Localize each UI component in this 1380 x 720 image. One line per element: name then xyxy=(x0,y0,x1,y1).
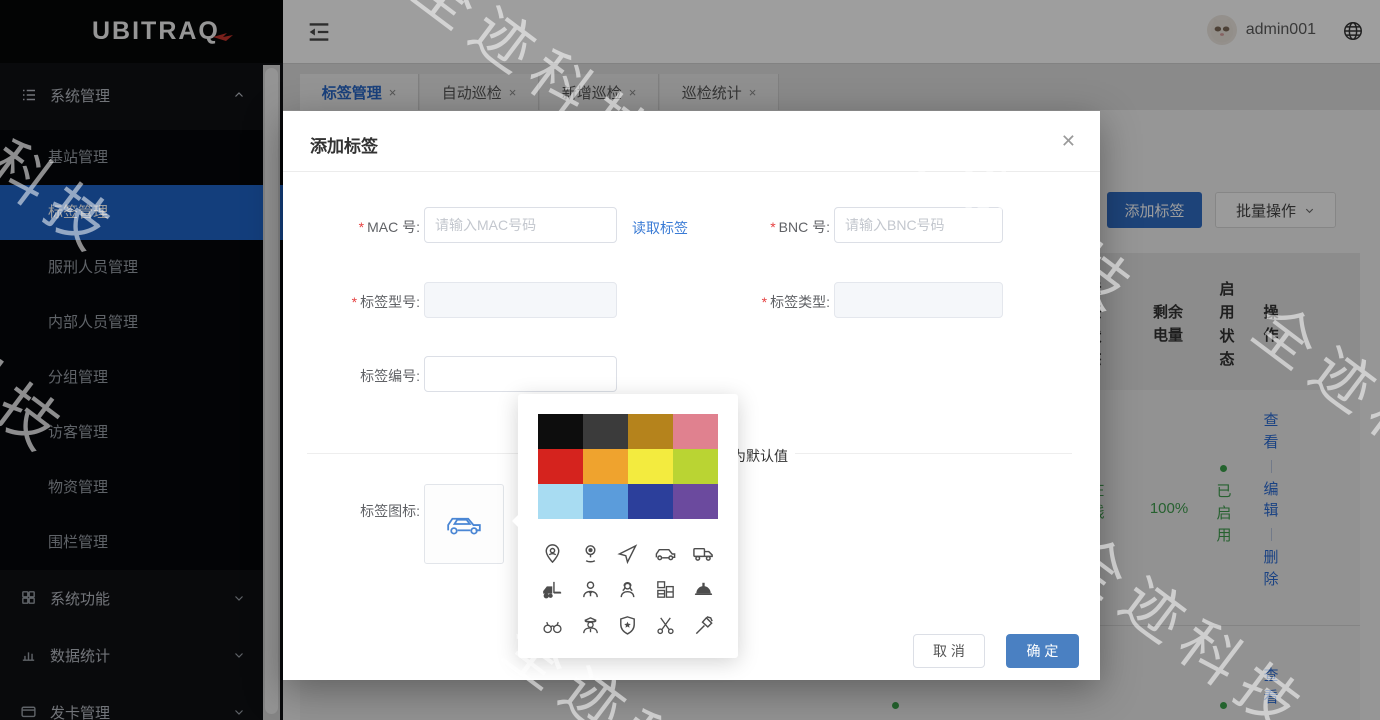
location-pin-icon[interactable] xyxy=(579,542,602,565)
color-swatch[interactable] xyxy=(538,414,583,449)
color-swatch[interactable] xyxy=(673,449,718,484)
shelf-icon[interactable] xyxy=(654,578,677,601)
mac-label: *MAC 号: xyxy=(310,217,420,237)
cancel-button[interactable]: 取 消 xyxy=(913,634,985,668)
tag-model-label: *标签型号: xyxy=(310,292,420,312)
color-swatch[interactable] xyxy=(628,414,673,449)
selected-tag-icon-box[interactable] xyxy=(424,484,504,564)
read-tag-link[interactable]: 读取标签 xyxy=(632,218,688,238)
color-swatch[interactable] xyxy=(583,449,628,484)
confirm-button[interactable]: 确 定 xyxy=(1006,634,1079,668)
color-swatch[interactable] xyxy=(628,449,673,484)
popup-arrow xyxy=(512,514,519,528)
icon-option-grid xyxy=(534,542,722,637)
shield-badge-icon[interactable] xyxy=(616,614,639,637)
tag-type-label: *标签类型: xyxy=(720,292,830,312)
forklift-icon[interactable] xyxy=(541,578,564,601)
person-pin-icon[interactable] xyxy=(541,542,564,565)
color-swatch[interactable] xyxy=(673,414,718,449)
section-note: 为默认值 xyxy=(732,446,788,466)
tag-code-input[interactable] xyxy=(424,356,617,392)
truck-icon[interactable] xyxy=(692,542,715,565)
color-swatch[interactable] xyxy=(583,414,628,449)
divider xyxy=(283,171,1100,172)
bnc-label: *BNC 号: xyxy=(720,217,830,237)
color-swatch-grid xyxy=(538,414,718,519)
tag-code-label: 标签编号: xyxy=(310,366,420,386)
color-swatch[interactable] xyxy=(538,449,583,484)
color-swatch[interactable] xyxy=(628,484,673,519)
icon-color-picker-popup xyxy=(518,394,738,658)
handcuffs-icon[interactable] xyxy=(541,614,564,637)
tag-icon-label: 标签图标: xyxy=(310,501,420,521)
police-officer-icon[interactable] xyxy=(579,614,602,637)
tag-model-input[interactable] xyxy=(424,282,617,318)
mac-input[interactable] xyxy=(424,207,617,243)
close-modal-icon[interactable]: ✕ xyxy=(1061,131,1076,152)
scissors-icon[interactable] xyxy=(654,614,677,637)
color-swatch[interactable] xyxy=(538,484,583,519)
bnc-input[interactable] xyxy=(834,207,1003,243)
helmet-icon[interactable] xyxy=(692,578,715,601)
color-swatch[interactable] xyxy=(583,484,628,519)
color-swatch[interactable] xyxy=(673,484,718,519)
car-icon xyxy=(445,511,483,537)
tag-type-input[interactable] xyxy=(834,282,1003,318)
section-line xyxy=(307,453,527,454)
man-icon[interactable] xyxy=(579,578,602,601)
hammer-icon[interactable] xyxy=(692,614,715,637)
car-icon[interactable] xyxy=(654,542,677,565)
section-line xyxy=(795,453,1072,454)
app-screen: UBITRAQ 系统管理 基站管理 标签管理 服刑人员管理 内部人员管理 分组管… xyxy=(0,0,1380,720)
woman-icon[interactable] xyxy=(616,578,639,601)
modal-title: 添加标签 xyxy=(310,132,378,157)
navigation-arrow-icon[interactable] xyxy=(616,542,639,565)
